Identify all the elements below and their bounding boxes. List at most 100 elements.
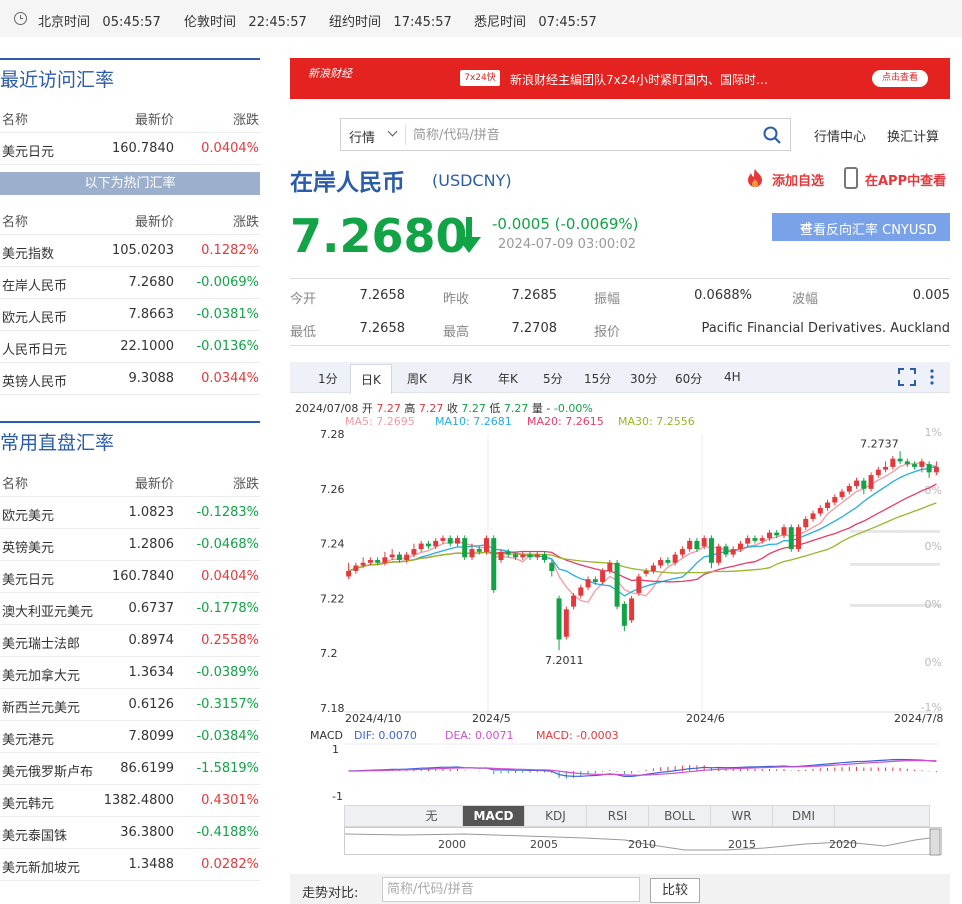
overview-year-2000: 2000 <box>438 838 466 851</box>
tab-yearly[interactable]: 年K <box>498 370 518 387</box>
common-row[interactable]: 澳大利亚元美元 0.6737 -0.1778% <box>0 593 260 625</box>
phone-icon[interactable] <box>844 167 858 189</box>
y-tick-label: 7.28 <box>320 428 345 441</box>
hot-row[interactable]: 英镑人民币 9.3088 0.0344% <box>0 363 260 395</box>
tab-60min[interactable]: 60分 <box>675 370 702 387</box>
candle-body <box>839 491 845 498</box>
tab-30min[interactable]: 30分 <box>630 370 657 387</box>
overview-year-2020: 2020 <box>829 838 857 851</box>
y-tick-label: 7.2 <box>320 647 338 660</box>
stat-quoter-label: 报价 <box>594 325 621 340</box>
common-row[interactable]: 新西兰元美元 0.6126 -0.3157% <box>0 689 260 721</box>
candle-body <box>868 475 874 489</box>
recent-row[interactable]: 美元日元 160.7840 0.0404% <box>0 133 260 165</box>
candle-body <box>404 554 410 561</box>
hot-cell: -0.0069% <box>196 275 259 290</box>
common-row[interactable]: 美元瑞士法郎 0.8974 0.2558% <box>0 625 260 657</box>
tab-monthly[interactable]: 月K <box>452 370 472 387</box>
y-tick-label: 7.26 <box>320 483 345 496</box>
common-cell: 160.7840 <box>111 569 174 584</box>
tab-15min[interactable]: 15分 <box>584 370 611 387</box>
candle-body <box>803 518 809 528</box>
hot-cell: 美元指数 <box>2 247 55 262</box>
common-row[interactable]: 美元加拿大元 1.3634 -0.0389% <box>0 657 260 689</box>
y-tick-label: 7.18 <box>320 702 345 715</box>
chevron-down-icon[interactable] <box>387 126 398 137</box>
tab-1min[interactable]: 1分 <box>318 370 338 387</box>
banner-view-button[interactable]: 点击查看 <box>872 70 928 87</box>
hot-row[interactable]: 人民币日元 22.1000 -0.0136% <box>0 331 260 363</box>
add-favorite-link[interactable]: 添加自选 <box>772 170 824 189</box>
hot-row[interactable]: 欧元人民币 7.8663 -0.0381% <box>0 299 260 331</box>
kline-chart[interactable]: 7.287.267.247.227.27.18 1%0%0%0%0%-1% 20… <box>290 426 962 806</box>
compare-input[interactable] <box>382 877 640 902</box>
ind-tab-dmi[interactable]: DMI <box>773 806 835 826</box>
more-icon[interactable] <box>930 367 934 387</box>
candle-body <box>367 560 373 563</box>
stat-prevclose-value: 7.2685 <box>511 288 558 303</box>
hot-cell: 最新价 <box>134 215 174 230</box>
candle-body <box>505 551 511 555</box>
fire-icon[interactable] <box>744 168 766 188</box>
search-type-select[interactable]: 行情 <box>349 127 375 146</box>
ind-tab-wr[interactable]: WR <box>711 806 773 826</box>
common-row[interactable]: 英镑美元 1.2806 -0.0468% <box>0 529 260 561</box>
common-row[interactable]: 美元新加坡元 1.3488 0.0282% <box>0 849 260 881</box>
tab-5min[interactable]: 5分 <box>543 370 563 387</box>
fullscreen-icon[interactable] <box>898 368 916 386</box>
news-banner[interactable]: 新浪财经 7x24快讯 新浪财经主编团队7x24小时紧盯国内、国际时… 点击查看 <box>290 58 950 99</box>
candle-body <box>375 560 381 563</box>
sina-finance-logo: 新浪财经 <box>308 67 352 80</box>
hot-row[interactable]: 美元指数 105.0203 0.1282% <box>0 235 260 267</box>
recent-header: 名称 最新价 涨跌 <box>0 101 260 133</box>
candle-body <box>665 560 671 563</box>
common-row[interactable]: 美元韩元 1382.4800 0.4301% <box>0 785 260 817</box>
common-row[interactable]: 欧元美元 1.0823 -0.1283% <box>0 497 260 529</box>
x-axis-label: 2024/7/8 <box>894 712 943 725</box>
ind-tab-kdj[interactable]: KDJ <box>525 806 587 826</box>
common-rates-title: 常用直盘汇率 <box>0 421 260 454</box>
hot-header: 名称 最新价 涨跌 <box>0 203 260 235</box>
market-center-link[interactable]: 行情中心 <box>814 126 866 145</box>
tab-daily[interactable]: 日K <box>350 364 392 394</box>
tab-weekly[interactable]: 周K <box>407 370 427 387</box>
candle-body <box>382 557 388 563</box>
ind-tab-macd[interactable]: MACD <box>463 806 525 826</box>
hot-cell: 人民币日元 <box>2 343 68 358</box>
candle-body <box>658 560 664 566</box>
y-tick-label: 7.22 <box>320 592 345 605</box>
search-icon[interactable] <box>762 125 782 145</box>
common-cell: 澳大利亚元美元 <box>2 605 94 620</box>
ind-tab-none[interactable]: 无 <box>401 806 463 826</box>
candle-body <box>701 538 707 547</box>
candle-body <box>578 587 584 596</box>
reverse-rate-button[interactable]: ⇄ 查看反向汇率 CNYUSD <box>772 213 950 241</box>
common-row[interactable]: 美元港元 7.8099 -0.0384% <box>0 721 260 753</box>
reverse-rate-label: 查看反向汇率 CNYUSD <box>800 223 937 238</box>
view-in-app-link[interactable]: 在APP中查看 <box>865 170 946 189</box>
overview-year-2005: 2005 <box>530 838 558 851</box>
recent-cell: 涨跌 <box>232 113 259 128</box>
candle-body <box>592 579 598 582</box>
common-row[interactable]: 美元日元 160.7840 0.0404% <box>0 561 260 593</box>
common-row[interactable]: 美元俄罗斯卢布 86.6199 -1.5819% <box>0 753 260 785</box>
compare-button[interactable]: 比较 <box>650 878 700 903</box>
sydney-time: 悉尼时间 07:45:57 <box>474 15 597 30</box>
clock-icon <box>14 12 27 25</box>
candle-body <box>716 546 722 563</box>
hot-cell: 0.0344% <box>201 371 259 386</box>
common-row[interactable]: 美元泰国铢 36.3800 -0.4188% <box>0 817 260 849</box>
tab-4h[interactable]: 4H <box>724 370 741 384</box>
candle-body <box>542 554 548 561</box>
ma-lines <box>348 461 937 603</box>
common-cell: 美元韩元 <box>2 797 55 812</box>
candle-body <box>708 538 714 563</box>
common-cell: -0.0468% <box>196 537 259 552</box>
search-input[interactable] <box>413 125 743 145</box>
candle-body <box>469 549 475 558</box>
hot-cell: -0.0136% <box>196 339 259 354</box>
hot-row[interactable]: 在岸人民币 7.2680 -0.0069% <box>0 267 260 299</box>
converter-link[interactable]: 换汇计算 <box>887 126 939 145</box>
ind-tab-boll[interactable]: BOLL <box>649 806 711 826</box>
ind-tab-rsi[interactable]: RSI <box>587 806 649 826</box>
